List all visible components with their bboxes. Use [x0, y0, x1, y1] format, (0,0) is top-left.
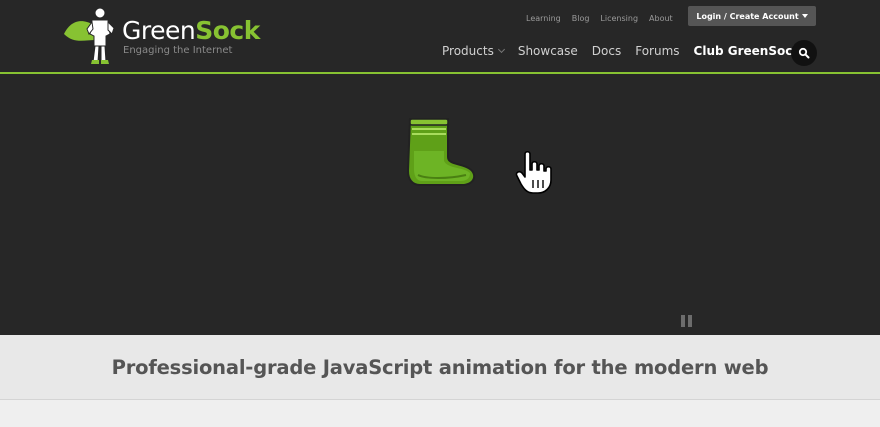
page-tagline: Professional-grade JavaScript animation …: [111, 355, 769, 379]
site-header: GreenSock Engaging the Internet Learning…: [0, 0, 880, 74]
superhero-mascot-icon: [64, 7, 115, 64]
nav-products-label: Products: [442, 44, 494, 58]
top-link-about[interactable]: About: [649, 14, 673, 23]
utility-links: Learning Blog Licensing About: [526, 14, 684, 23]
tagline-band: Professional-grade JavaScript animation …: [0, 335, 880, 400]
content-area: [0, 400, 880, 427]
hand-pointer-icon: [515, 150, 552, 194]
nav-item-club-greensock[interactable]: Club GreenSock: [694, 44, 801, 58]
search-icon: [798, 47, 810, 59]
search-button[interactable]: [791, 40, 817, 66]
top-link-licensing[interactable]: Licensing: [600, 14, 638, 23]
hero-banner: [0, 74, 880, 335]
top-link-blog[interactable]: Blog: [572, 14, 590, 23]
pause-bar-left: [681, 315, 685, 327]
login-button[interactable]: Login / Create Account: [688, 6, 816, 26]
chevron-down-icon: [497, 45, 505, 54]
site-logo[interactable]: GreenSock Engaging the Internet: [62, 4, 262, 66]
nav-item-forums[interactable]: Forums: [635, 44, 679, 58]
top-link-learning[interactable]: Learning: [526, 14, 561, 23]
main-nav: Products Showcase Docs Forums Club Green…: [442, 44, 800, 58]
nav-item-showcase[interactable]: Showcase: [518, 44, 578, 58]
pause-bar-right: [688, 315, 692, 327]
logo-name-bold: Sock: [195, 16, 260, 45]
logo-name-light: Green: [122, 16, 196, 45]
nav-item-docs[interactable]: Docs: [592, 44, 621, 58]
logo-tagline: Engaging the Internet: [123, 45, 233, 56]
pause-icon[interactable]: [681, 315, 695, 329]
nav-item-products[interactable]: Products: [442, 44, 505, 58]
logo-wordmark: GreenSock: [122, 17, 260, 45]
green-sock-icon[interactable]: [404, 113, 478, 187]
caret-down-icon: [801, 14, 808, 18]
login-button-label: Login / Create Account: [696, 11, 799, 21]
